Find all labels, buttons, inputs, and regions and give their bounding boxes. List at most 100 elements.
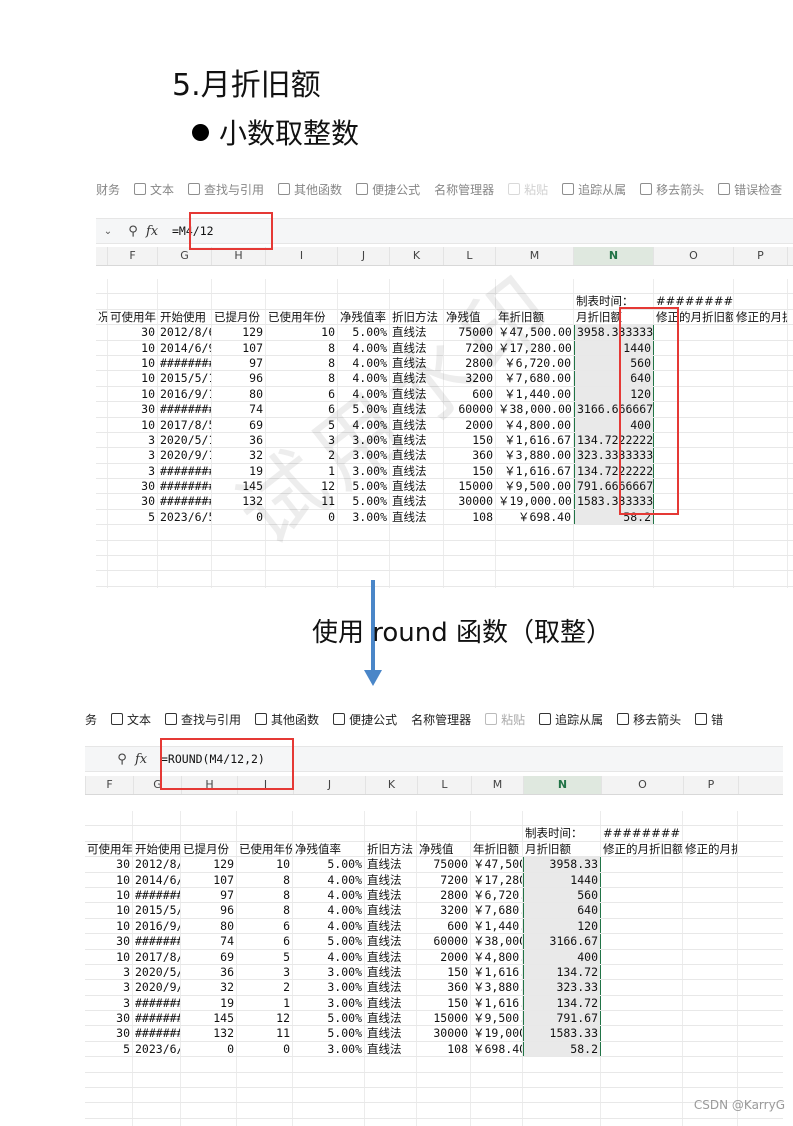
empty-cell[interactable] bbox=[212, 540, 266, 556]
empty-cell[interactable] bbox=[523, 1103, 601, 1118]
table-cell[interactable]: 直线法 bbox=[365, 995, 417, 1011]
column-header-O[interactable]: O bbox=[602, 776, 684, 794]
empty-cell[interactable] bbox=[237, 1057, 293, 1072]
column-title[interactable]: 净残值率 bbox=[338, 309, 390, 325]
table-cell[interactable]: 3 bbox=[237, 964, 293, 980]
empty-cell[interactable] bbox=[266, 571, 338, 586]
toolbar-button[interactable]: 便捷公式 bbox=[356, 183, 420, 198]
empty-cell[interactable] bbox=[683, 918, 738, 934]
empty-cell[interactable] bbox=[390, 556, 444, 571]
table-cell[interactable]: 10 bbox=[85, 918, 133, 934]
toolbar-button[interactable]: 其他函数 bbox=[278, 183, 342, 198]
empty-cell[interactable] bbox=[365, 811, 417, 826]
empty-cell[interactable] bbox=[181, 1088, 237, 1103]
table-cell[interactable]: 30 bbox=[108, 494, 158, 509]
empty-cell[interactable] bbox=[133, 1118, 181, 1126]
empty-cell[interactable] bbox=[338, 586, 390, 588]
empty-cell[interactable] bbox=[601, 903, 683, 918]
empty-cell[interactable] bbox=[390, 525, 444, 540]
monthly-depreciation-cell[interactable]: 791.67 bbox=[523, 1011, 601, 1026]
empty-cell[interactable] bbox=[683, 1118, 738, 1126]
table-cell[interactable]: 直线法 bbox=[365, 872, 417, 887]
empty-cell[interactable] bbox=[108, 279, 158, 294]
toolbar-button[interactable]: 名称管理器 bbox=[411, 711, 471, 728]
empty-cell[interactable] bbox=[788, 479, 793, 493]
table-cell[interactable]: 10 bbox=[108, 355, 158, 371]
empty-cell[interactable] bbox=[471, 1118, 523, 1126]
empty-cell[interactable] bbox=[108, 525, 158, 540]
empty-cell[interactable] bbox=[683, 826, 738, 841]
column-title[interactable]: 可使用年限 bbox=[108, 309, 158, 325]
empty-cell[interactable] bbox=[788, 371, 793, 385]
empty-cell[interactable] bbox=[471, 1103, 523, 1118]
table-cell[interactable]: 30 bbox=[85, 857, 133, 872]
table-cell[interactable]: ￥6,720.00 bbox=[471, 887, 523, 903]
monthly-depreciation-cell[interactable]: 3166.67 bbox=[523, 934, 601, 949]
fx-icon[interactable]: fx bbox=[135, 752, 161, 767]
table-cell[interactable]: ￥1,616.67 bbox=[471, 964, 523, 980]
empty-cell[interactable] bbox=[181, 1072, 237, 1088]
table-cell[interactable]: 3 bbox=[108, 463, 158, 479]
empty-cell[interactable] bbox=[237, 1088, 293, 1103]
empty-cell[interactable] bbox=[96, 509, 108, 525]
empty-cell[interactable] bbox=[601, 1088, 683, 1103]
column-header-M[interactable]: M bbox=[472, 776, 524, 794]
table-cell[interactable]: 直线法 bbox=[365, 918, 417, 934]
empty-cell[interactable] bbox=[85, 1057, 133, 1072]
table-cell[interactable]: 直线法 bbox=[365, 980, 417, 995]
empty-cell[interactable] bbox=[734, 509, 788, 525]
toolbar-button[interactable]: 查找与引用 bbox=[165, 711, 241, 728]
empty-cell[interactable] bbox=[293, 1118, 365, 1126]
empty-cell[interactable] bbox=[417, 1072, 471, 1088]
table-cell[interactable]: ￥698.40 bbox=[471, 1041, 523, 1057]
monthly-depreciation-cell[interactable]: 560 bbox=[523, 887, 601, 903]
table-cell[interactable]: 96 bbox=[181, 903, 237, 918]
table-cell[interactable]: 12 bbox=[237, 1011, 293, 1026]
empty-cell[interactable] bbox=[574, 556, 654, 571]
table-cell[interactable]: 5.00% bbox=[293, 1026, 365, 1041]
empty-cell[interactable] bbox=[181, 1103, 237, 1118]
empty-cell[interactable] bbox=[158, 571, 212, 586]
zoom-icon[interactable]: ⚲ bbox=[109, 752, 135, 767]
empty-cell[interactable] bbox=[417, 1118, 471, 1126]
empty-cell[interactable] bbox=[601, 1026, 683, 1041]
empty-cell[interactable] bbox=[683, 995, 738, 1011]
empty-cell[interactable] bbox=[788, 356, 793, 370]
empty-cell[interactable] bbox=[96, 463, 108, 479]
empty-cell[interactable] bbox=[788, 310, 793, 324]
table-cell[interactable]: 1 bbox=[237, 995, 293, 1011]
empty-cell[interactable] bbox=[683, 857, 738, 872]
empty-cell[interactable] bbox=[96, 325, 108, 340]
empty-cell[interactable] bbox=[734, 279, 788, 294]
table-cell[interactable]: 60000 bbox=[417, 934, 471, 949]
empty-cell[interactable] bbox=[601, 964, 683, 980]
table-cell[interactable]: 6 bbox=[237, 918, 293, 934]
column-title[interactable]: 开始使用 bbox=[158, 309, 212, 325]
monthly-depreciation-cell[interactable]: 58.2 bbox=[523, 1041, 601, 1057]
empty-cell[interactable] bbox=[471, 826, 523, 841]
empty-cell[interactable] bbox=[96, 371, 108, 386]
empty-cell[interactable] bbox=[601, 857, 683, 872]
table-cell[interactable]: 3.00% bbox=[293, 964, 365, 980]
table-cell[interactable]: 15000 bbox=[444, 479, 496, 494]
table-cell[interactable]: 直线法 bbox=[365, 903, 417, 918]
table-cell[interactable]: ￥38,000.00 bbox=[471, 934, 523, 949]
table-cell[interactable]: 30000 bbox=[444, 494, 496, 509]
empty-cell[interactable] bbox=[601, 918, 683, 934]
empty-cell[interactable] bbox=[734, 479, 788, 494]
empty-cell[interactable] bbox=[133, 1057, 181, 1072]
table-cell[interactable]: ￥4,800.00 bbox=[471, 949, 523, 964]
toolbar-button[interactable]: 查找与引用 bbox=[188, 183, 264, 198]
namebox-dropdown-icon[interactable]: ⌄ bbox=[96, 226, 120, 237]
empty-cell[interactable] bbox=[212, 571, 266, 586]
empty-cell[interactable] bbox=[108, 294, 158, 309]
empty-cell[interactable] bbox=[338, 556, 390, 571]
empty-cell[interactable] bbox=[96, 525, 108, 540]
column-header-J[interactable]: J bbox=[338, 247, 390, 265]
column-title[interactable]: 已提月份 bbox=[212, 309, 266, 325]
empty-cell[interactable] bbox=[654, 556, 734, 571]
empty-cell[interactable] bbox=[683, 1011, 738, 1026]
table-cell[interactable]: ######## bbox=[133, 887, 181, 903]
table-cell[interactable]: ######## bbox=[158, 494, 212, 509]
empty-cell[interactable] bbox=[444, 586, 496, 588]
